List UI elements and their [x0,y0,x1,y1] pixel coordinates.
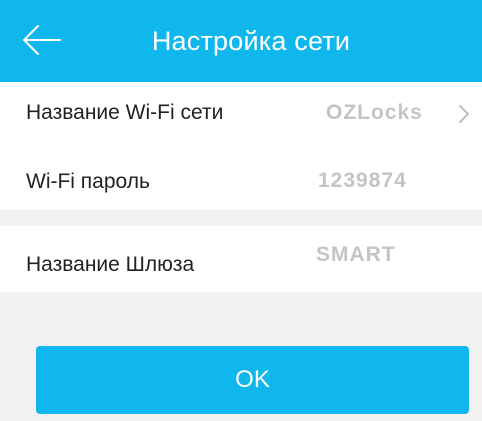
chevron-right-icon[interactable] [457,103,471,125]
gateway-name-value: SMART [316,243,396,266]
gateway-name-label: Название Шлюза [26,253,195,276]
wifi-name-row[interactable]: Название Wi-Fi сети OZLocks [0,82,482,145]
ok-button[interactable]: OK [36,346,469,414]
app-header: Настройка сети [0,0,482,82]
wifi-password-value: 1239874 [318,169,407,192]
wifi-name-value: OZLocks [326,101,423,124]
wifi-name-label: Название Wi-Fi сети [26,101,224,124]
page-title: Настройка сети [151,26,351,56]
wifi-password-label: Wi-Fi пароль [26,170,150,193]
gateway-name-row[interactable]: Название Шлюза SMART [0,226,482,292]
wifi-password-row[interactable]: Wi-Fi пароль 1239874 [0,144,482,210]
